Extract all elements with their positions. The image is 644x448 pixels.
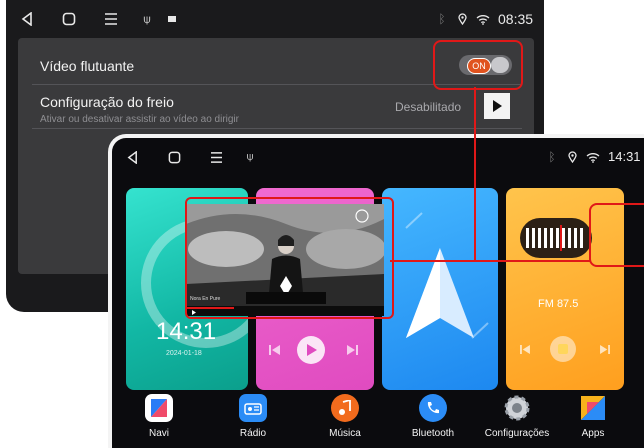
play-icon — [306, 344, 317, 356]
dock-item-music[interactable]: Música — [308, 394, 382, 439]
dock-item-apps[interactable]: Apps — [556, 394, 630, 439]
previous-track-icon[interactable] — [262, 338, 286, 362]
bluetooth-icon: ᛒ — [438, 12, 446, 26]
navigation-arrow-graphic — [405, 212, 489, 339]
menu-nav-icon[interactable] — [102, 0, 120, 38]
dock-item-navi[interactable]: Navi — [122, 394, 196, 439]
status-bar: ⍦ ᛒ 08:35 — [6, 0, 544, 38]
brake-setting-value: Desabilitado — [395, 100, 462, 114]
back-nav-icon[interactable] — [18, 0, 36, 38]
video-highlight-box — [185, 197, 394, 319]
floating-video-label: Vídeo flutuante — [40, 58, 135, 74]
toggle-highlight-box — [433, 40, 523, 90]
radio-dial-highlight-box — [589, 203, 644, 267]
status-time: 14:31 — [608, 149, 641, 164]
bluetooth-icon: ᛒ — [548, 150, 556, 164]
clock-date: 2024-01-18 — [166, 350, 202, 357]
dock-item-bluetooth[interactable]: Bluetooth — [396, 394, 470, 439]
status-bar: ⍦ ᛒ 14:31 — [112, 138, 644, 176]
back-nav-icon[interactable] — [124, 138, 140, 176]
radio-icon — [239, 394, 267, 422]
brake-setting-label: Configuração do freio — [40, 94, 174, 110]
navi-icon — [145, 394, 173, 422]
menu-nav-icon[interactable] — [208, 138, 224, 176]
dock-label-navi: Navi — [148, 428, 169, 439]
wifi-icon — [476, 0, 490, 38]
dock-label-apps: Apps — [581, 428, 605, 439]
radio-frequency: FM 87.5 — [538, 298, 579, 310]
location-icon — [456, 0, 468, 38]
apps-icon — [579, 394, 607, 422]
navigation-card[interactable] — [382, 188, 498, 390]
dock-item-radio[interactable]: Rádio — [216, 394, 290, 439]
usb-icon: ⍦ — [143, 11, 151, 26]
clock-time: 14:31 — [156, 318, 217, 345]
dock-item-settings[interactable]: Configurações — [474, 394, 560, 439]
dock-label-music: Música — [329, 428, 361, 439]
play-button[interactable] — [297, 336, 325, 364]
stop-icon — [558, 344, 568, 354]
settings-icon — [503, 394, 531, 422]
music-icon — [331, 394, 359, 422]
usb-icon: ⍦ — [246, 150, 254, 163]
brake-setting-description: Ativar ou desativar assistir ao vídeo ao… — [40, 114, 239, 125]
next-station-icon[interactable] — [594, 338, 616, 360]
annotation-line — [390, 260, 590, 262]
stop-button[interactable] — [550, 336, 576, 362]
dock-label-bluetooth: Bluetooth — [411, 428, 455, 439]
status-time: 08:35 — [498, 11, 534, 27]
home-nav-icon[interactable] — [166, 138, 182, 176]
phone-icon — [419, 394, 447, 422]
dock-label-radio: Rádio — [239, 428, 267, 439]
sd-card-icon — [166, 0, 178, 38]
wifi-icon — [586, 138, 600, 176]
divider — [32, 128, 522, 129]
home-nav-icon[interactable] — [60, 0, 78, 38]
annotation-line — [474, 87, 476, 261]
location-icon — [566, 138, 578, 176]
previous-station-icon[interactable] — [514, 338, 536, 360]
dock-label-settings: Configurações — [484, 428, 550, 439]
radio-dial — [520, 218, 592, 258]
next-track-icon[interactable] — [340, 338, 364, 362]
brake-setting-arrow-button[interactable] — [484, 93, 510, 119]
play-arrow-icon — [493, 100, 502, 112]
